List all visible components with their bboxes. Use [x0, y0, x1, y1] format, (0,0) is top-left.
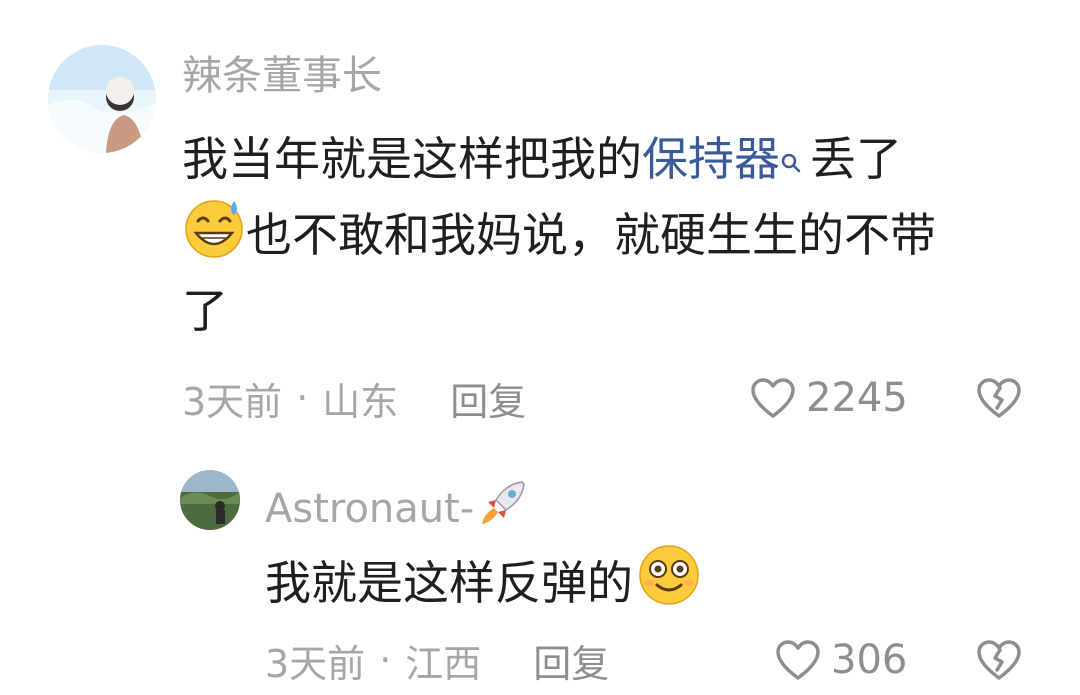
like-count: 2245	[806, 375, 908, 421]
comment-line: 我当年就是这样把我的 保持器 丢了	[182, 118, 936, 194]
comment-meta: 3天前 · 江西 回复	[265, 634, 609, 686]
avatar[interactable]	[180, 470, 240, 530]
comment-location: 江西	[405, 641, 482, 686]
search-keyword-link[interactable]: 保持器	[642, 123, 780, 189]
heart-icon	[776, 640, 820, 680]
comment-line: 也不敢和我妈说，就硬生生的不带	[182, 194, 936, 270]
comment-line: 我就是这样反弹的	[265, 542, 701, 618]
comment-text: 我就是这样反弹的	[265, 542, 701, 618]
comment-meta: 3天前 · 山东 回复	[182, 372, 526, 424]
like-button[interactable]: 2245	[750, 372, 908, 424]
meta-separator: ·	[296, 376, 309, 420]
dislike-button[interactable]	[975, 377, 1023, 423]
comment-line: 了	[182, 270, 936, 346]
flushed-smile-emoji	[637, 543, 701, 618]
grinning-sweat-emoji	[182, 195, 246, 270]
comment-text: 我当年就是这样把我的 保持器 丢了 也不敢和我妈说，就硬生生的不带 了	[182, 118, 936, 346]
comment-location: 山东	[322, 379, 399, 424]
broken-heart-icon	[977, 378, 1021, 418]
comment-time: 3天前	[182, 379, 283, 424]
rocket-emoji	[476, 478, 528, 539]
comment-username-text: Astronaut-	[265, 485, 475, 532]
like-button[interactable]: 306	[775, 634, 907, 686]
meta-separator: ·	[379, 638, 392, 682]
comment-text-segment: 了	[182, 284, 228, 338]
comment-username[interactable]: Astronaut-	[265, 478, 528, 539]
comment-text-segment: 我就是这样反弹的	[265, 556, 633, 610]
comment-text-segment: 也不敢和我妈说，就硬生生的不带	[246, 208, 936, 262]
avatar[interactable]	[48, 45, 156, 153]
search-icon[interactable]	[780, 131, 802, 185]
reply-button[interactable]: 回复	[533, 633, 609, 688]
comment-text-segment: 丢了	[810, 132, 902, 186]
comment-time: 3天前	[265, 641, 366, 686]
heart-icon	[751, 378, 795, 418]
comment-text-segment: 我当年就是这样把我的	[182, 132, 642, 186]
dislike-button[interactable]	[975, 639, 1023, 685]
like-count: 306	[831, 637, 908, 683]
broken-heart-icon	[977, 640, 1021, 680]
reply-button[interactable]: 回复	[450, 371, 526, 426]
comment-username[interactable]: 辣条董事长	[182, 52, 382, 100]
